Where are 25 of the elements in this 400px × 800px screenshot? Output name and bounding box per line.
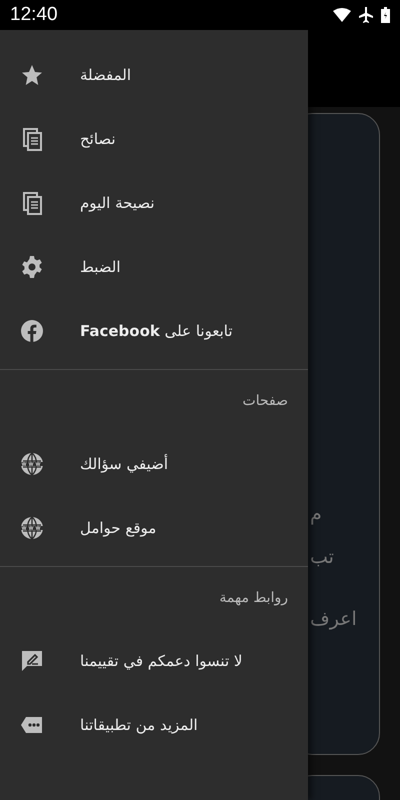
battery-icon xyxy=(381,7,390,23)
airplane-icon xyxy=(359,7,373,23)
background-text: تب xyxy=(310,548,334,567)
section-header: صفحات xyxy=(242,392,288,410)
star-icon xyxy=(20,63,44,87)
background-text: م xyxy=(310,505,322,524)
background-text: اعرف xyxy=(310,610,357,629)
drawer-item[interactable]: أضيفي سؤالك xyxy=(0,432,308,496)
drawer-item[interactable]: الضبط xyxy=(0,235,308,299)
drawer-item[interactable]: لا تنسوا دعمكم في تقييمنا xyxy=(0,629,308,693)
settings-icon xyxy=(20,255,44,279)
documents-icon xyxy=(20,191,44,215)
documents-icon xyxy=(20,127,44,151)
section-header: روابط مهمة xyxy=(219,588,288,608)
clock: 12:40 xyxy=(10,2,58,27)
drawer-item[interactable]: المزيد من تطبيقاتنا xyxy=(0,693,308,757)
drawer-item[interactable]: موقع حوامل xyxy=(0,496,308,560)
drawer-item[interactable]: نصيحة اليوم xyxy=(0,171,308,235)
globe-icon xyxy=(20,516,44,540)
wifi-icon xyxy=(333,8,351,22)
globe-icon xyxy=(20,452,44,476)
drawer-item[interactable]: المفضلة xyxy=(0,43,308,107)
facebook-icon xyxy=(20,319,44,343)
drawer-item[interactable]: نصائح xyxy=(0,107,308,171)
rate-review-icon xyxy=(20,649,44,673)
